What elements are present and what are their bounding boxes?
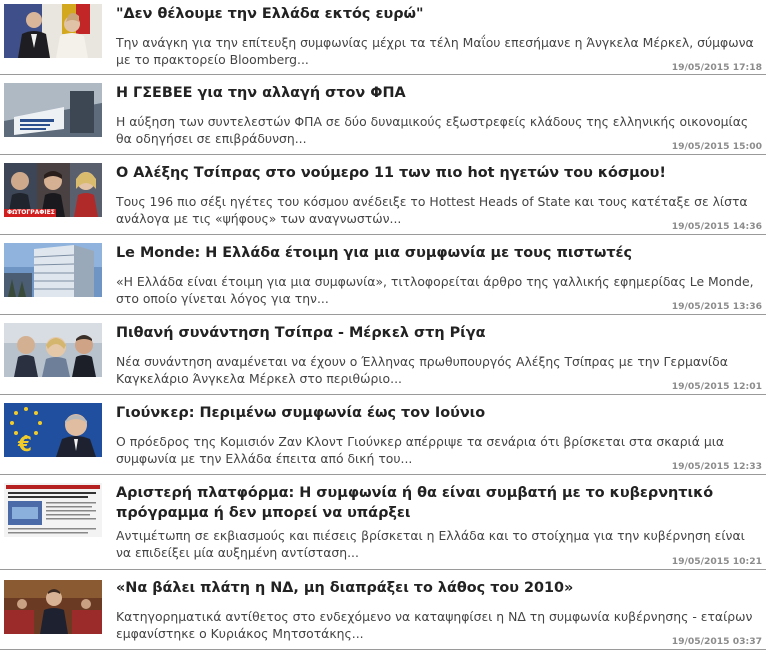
article-thumbnail[interactable]: € — [4, 403, 102, 457]
article-summary: Αντιμέτωπη σε εκβιασμούς και πιέσεις βρί… — [116, 528, 745, 560]
article-thumbnail[interactable] — [4, 4, 102, 58]
article-thumbnail[interactable] — [4, 83, 102, 137]
article-summary: Κατηγορηματικά αντίθετος στο ενδεχόμενο … — [116, 609, 753, 641]
news-item: ΦΩΤΟΓΡΑΦΙΕΣ Ο Αλέξης Τσίπρας στο νούμερο… — [0, 155, 766, 235]
news-item: «Να βάλει πλάτη η ΝΔ, μη διαπράξει το λά… — [0, 570, 766, 650]
article-thumbnail[interactable] — [4, 323, 102, 377]
article-summary: «Η Ελλάδα είναι έτοιμη για μια συμφωνία»… — [116, 274, 754, 306]
news-item: Πιθανή συνάντηση Τσίπρα - Μέρκελ στη Ρίγ… — [0, 315, 766, 395]
news-item: Η ΓΣΕΒΕΕ για την αλλαγή στον ΦΠΑ Η αύξησ… — [0, 75, 766, 155]
article-title[interactable]: Ο Αλέξης Τσίπρας στο νούμερο 11 των πιο … — [116, 163, 760, 183]
article-date: 19/05/2015 03:37 — [671, 636, 762, 647]
article-date: 19/05/2015 13:36 — [671, 301, 762, 312]
article-title[interactable]: Η ΓΣΕΒΕΕ για την αλλαγή στον ΦΠΑ — [116, 83, 760, 103]
article-title[interactable]: Le Monde: Η Ελλάδα έτοιμη για μια συμφων… — [116, 243, 760, 263]
news-item: "Δεν θέλουμε την Ελλάδα εκτός ευρώ" Την … — [0, 0, 766, 75]
article-title[interactable]: "Δεν θέλουμε την Ελλάδα εκτός ευρώ" — [116, 4, 760, 24]
article-date: 19/05/2015 15:00 — [671, 141, 762, 152]
news-item: Αριστερή πλατφόρμα: Η συμφωνία ή θα είνα… — [0, 475, 766, 570]
article-thumbnail[interactable] — [4, 580, 102, 634]
news-item: € Γιούνκερ: Περιμένω συμφωνία έως τον Ιο… — [0, 395, 766, 475]
article-summary: Ο πρόεδρος της Κομισιόν Ζαν Κλοντ Γιούνκ… — [116, 434, 725, 466]
article-summary: Την ανάγκη για την επίτευξη συμφωνίας μέ… — [116, 35, 754, 67]
article-date: 19/05/2015 14:36 — [671, 221, 762, 232]
article-title[interactable]: Πιθανή συνάντηση Τσίπρα - Μέρκελ στη Ρίγ… — [116, 323, 760, 343]
article-title[interactable]: Γιούνκερ: Περιμένω συμφωνία έως τον Ιούν… — [116, 403, 760, 423]
article-date: 19/05/2015 17:18 — [671, 62, 762, 73]
article-summary: Νέα συνάντηση αναμένεται να έχουν ο Έλλη… — [116, 354, 728, 386]
article-date: 19/05/2015 10:21 — [671, 556, 762, 567]
article-date: 19/05/2015 12:01 — [671, 381, 762, 392]
thumbnail-badge: ΦΩΤΟΓΡΑΦΙΕΣ — [7, 209, 55, 216]
article-thumbnail[interactable] — [4, 483, 102, 537]
article-title[interactable]: Αριστερή πλατφόρμα: Η συμφωνία ή θα είνα… — [116, 483, 760, 523]
news-item: Le Monde: Η Ελλάδα έτοιμη για μια συμφων… — [0, 235, 766, 315]
article-summary: Η αύξηση των συντελεστών ΦΠΑ σε δύο δυνα… — [116, 114, 749, 146]
article-thumbnail[interactable]: ΦΩΤΟΓΡΑΦΙΕΣ — [4, 163, 102, 217]
article-summary: Τους 196 πιο σέξι ηγέτες του κόσμου ανέδ… — [116, 194, 748, 226]
item-divider — [0, 649, 766, 650]
svg-text:€: € — [17, 432, 32, 456]
article-date: 19/05/2015 12:33 — [671, 461, 762, 472]
article-title[interactable]: «Να βάλει πλάτη η ΝΔ, μη διαπράξει το λά… — [116, 578, 760, 598]
article-thumbnail[interactable] — [4, 243, 102, 297]
